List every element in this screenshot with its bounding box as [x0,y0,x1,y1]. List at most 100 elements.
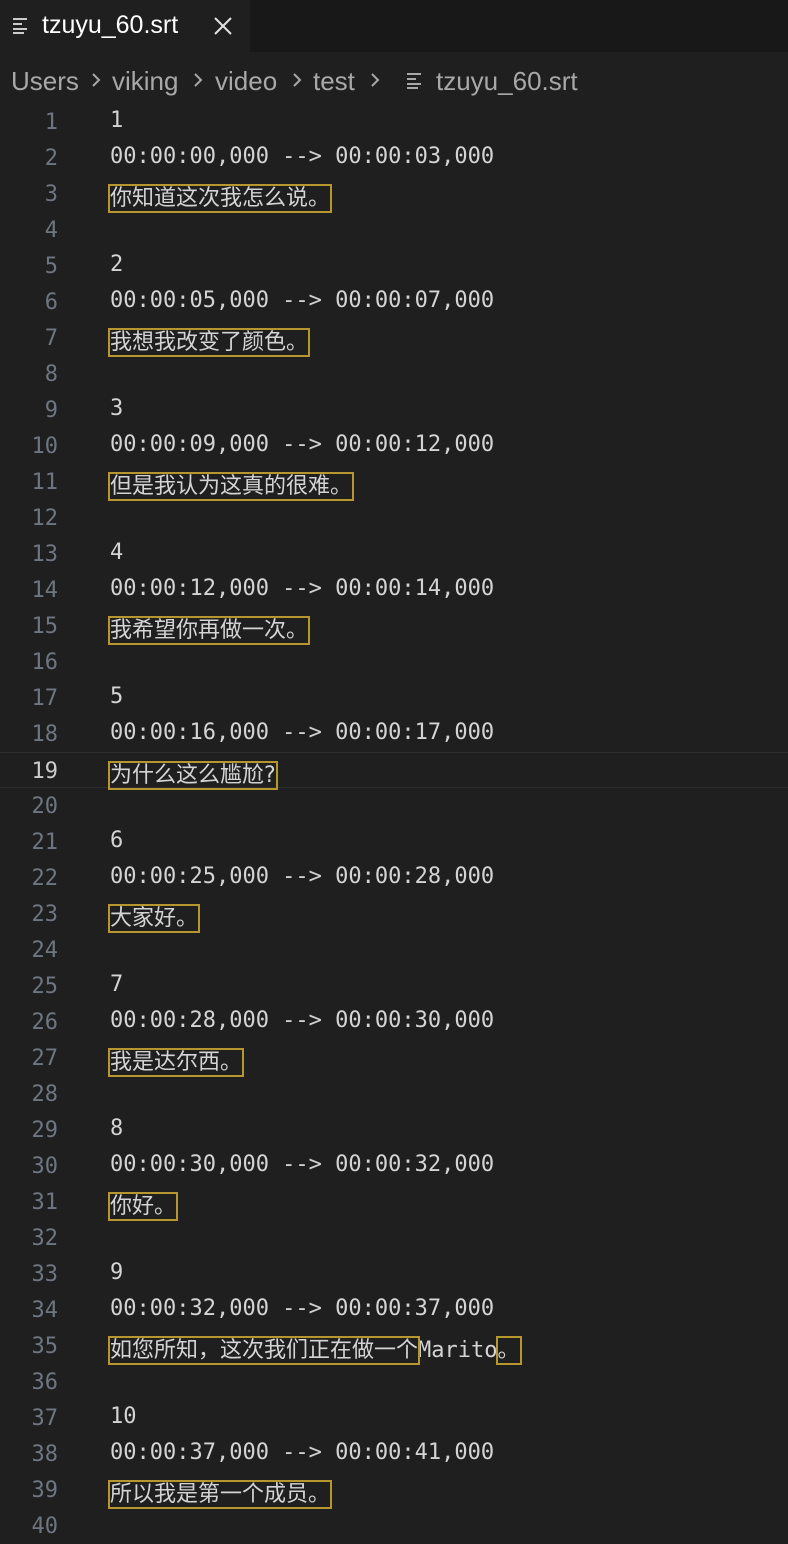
text-segment: 3 [110,396,124,421]
code-line[interactable]: 93 [0,392,788,428]
code-line[interactable]: 10 00:00:09,000 --> 00:00:12,000 [0,428,788,464]
line-number: 21 [31,830,59,855]
line-text: 8 [110,1116,123,1141]
line-number: 34 [31,1298,59,1323]
code-line[interactable]: 31 你好。 [0,1184,788,1221]
line-text: 你好。 [107,1188,179,1221]
code-line[interactable]: 28 [0,1076,788,1112]
line-text: 00:00:32,000 --> 00:00:37,000 [110,1296,494,1321]
line-number: 22 [31,866,59,891]
line-text: 我希望你再做一次。 [107,612,311,645]
code-line[interactable]: 39 所以我是第一个成员。 [0,1472,788,1509]
code-line[interactable]: 8 [0,356,788,392]
close-icon[interactable] [210,13,236,39]
line-number: 12 [31,506,59,531]
line-number: 24 [31,938,59,963]
code-line[interactable]: 3 你知道这次我怎么说。 [0,176,788,213]
breadcrumb-item-users[interactable]: Users [11,66,79,97]
code-line[interactable]: 16 [0,644,788,680]
text-segment: 4 [110,540,124,565]
highlighted-text: 但是我认为这真的很难。 [107,472,355,501]
code-line[interactable]: 22 00:00:25,000 --> 00:00:28,000 [0,860,788,896]
code-line[interactable]: 15 我希望你再做一次。 [0,608,788,645]
code-line[interactable]: 52 [0,248,788,284]
text-segment: 6 [110,828,124,853]
line-text: 00:00:09,000 --> 00:00:12,000 [110,432,494,457]
text-segment: 00:00:05,000 --> 00:00:07,000 [110,288,495,313]
code-line[interactable]: 17 5 [0,680,788,716]
line-number: 32 [31,1226,59,1251]
line-number: 36 [31,1370,59,1395]
line-number: 19 [31,759,59,784]
code-line[interactable]: 32 [0,1220,788,1256]
breadcrumb-item-viking[interactable]: viking [112,66,178,97]
text-segment: 10 [110,1404,137,1429]
code-line[interactable]: 24 [0,932,788,968]
code-line[interactable]: 14 00:00:12,000 --> 00:00:14,000 [0,572,788,608]
line-number: 13 [31,542,59,567]
line-number: 33 [31,1262,59,1287]
text-segment: 00:00:16,000 --> 00:00:17,000 [110,720,495,745]
code-line[interactable]: 11 但是我认为这真的很难。 [0,464,788,501]
breadcrumb-item-video[interactable]: video [215,66,277,97]
text-segment: 1 [110,108,124,133]
code-line[interactable]: 26 00:00:28,000 --> 00:00:30,000 [0,1004,788,1040]
code-line[interactable]: 27 我是达尔西。 [0,1040,788,1077]
line-number: 23 [31,902,59,927]
line-number: 25 [31,974,59,999]
line-number: 20 [31,794,59,819]
code-line[interactable]: 11 [0,104,788,140]
code-line[interactable]: 35 如您所知，这次我们正在做一个Marito。 [0,1328,788,1365]
line-text: 00:00:28,000 --> 00:00:30,000 [110,1008,494,1033]
chevron-right-icon [194,73,203,87]
code-line[interactable]: 37 10 [0,1400,788,1436]
line-text: 6 [110,828,123,853]
line-text: 1 [110,108,123,133]
code-line[interactable]: 7 我想我改变了颜色。 [0,320,788,357]
highlighted-text: 你好。 [107,1192,179,1221]
highlighted-text: 我是达尔西。 [107,1048,245,1077]
line-text: 我是达尔西。 [107,1044,245,1077]
code-line[interactable]: 36 [0,1364,788,1400]
highlighted-text: 。 [495,1336,522,1365]
line-text: 4 [110,540,123,565]
breadcrumb-item-file[interactable]: tzuyu_60.srt [436,66,578,97]
line-text: 所以我是第一个成员。 [107,1476,333,1509]
code-line[interactable]: 18 00:00:16,000 --> 00:00:17,000 [0,716,788,752]
code-line[interactable]: 30 00:00:30,000 --> 00:00:32,000 [0,1148,788,1184]
code-line[interactable]: 23 大家好。 [0,896,788,933]
line-number: 16 [31,650,59,675]
code-line[interactable]: 34 00:00:32,000 --> 00:00:37,000 [0,1292,788,1328]
line-number: 8 [44,362,58,387]
code-line[interactable]: 21 6 [0,824,788,860]
text-segment: 00:00:30,000 --> 00:00:32,000 [110,1152,495,1177]
chevron-right-icon [92,73,101,87]
line-number: 1 [44,110,58,135]
code-line[interactable]: 40 [0,1508,788,1544]
line-number: 28 [31,1082,59,1107]
breadcrumb-item-test[interactable]: test [313,66,355,97]
code-line[interactable]: 29 8 [0,1112,788,1148]
line-text: 2 [110,252,123,277]
line-text: 大家好。 [107,900,201,933]
code-line[interactable]: 6 00:00:05,000 --> 00:00:07,000 [0,284,788,320]
line-text: 你知道这次我怎么说。 [107,180,333,213]
code-line[interactable]: 2 00:00:00,000 --> 00:00:03,000 [0,140,788,176]
code-line[interactable]: 13 4 [0,536,788,572]
tab-tzuyu-srt[interactable]: tzuyu_60.srt [0,0,250,52]
text-segment: 00:00:00,000 --> 00:00:03,000 [110,144,495,169]
code-line[interactable]: 38 00:00:37,000 --> 00:00:41,000 [0,1436,788,1472]
code-line[interactable]: 19 为什么这么尴尬? [0,752,788,790]
line-number: 4 [44,218,58,243]
code-line[interactable]: 25 7 [0,968,788,1004]
code-line[interactable]: 33 9 [0,1256,788,1292]
line-number: 27 [31,1046,59,1071]
line-number: 26 [31,1010,59,1035]
code-line[interactable]: 20 [0,788,788,824]
editor[interactable]: 1 1 2 00:00:00,000 --> 00:00:03,000 3 你知道这次我怎… [0,104,788,1539]
text-segment: 00:00:12,000 --> 00:00:14,000 [110,576,495,601]
code-line[interactable]: 4 [0,212,788,248]
line-number: 38 [31,1442,59,1467]
code-line[interactable]: 12 [0,500,788,536]
line-text: 但是我认为这真的很难。 [107,468,355,501]
